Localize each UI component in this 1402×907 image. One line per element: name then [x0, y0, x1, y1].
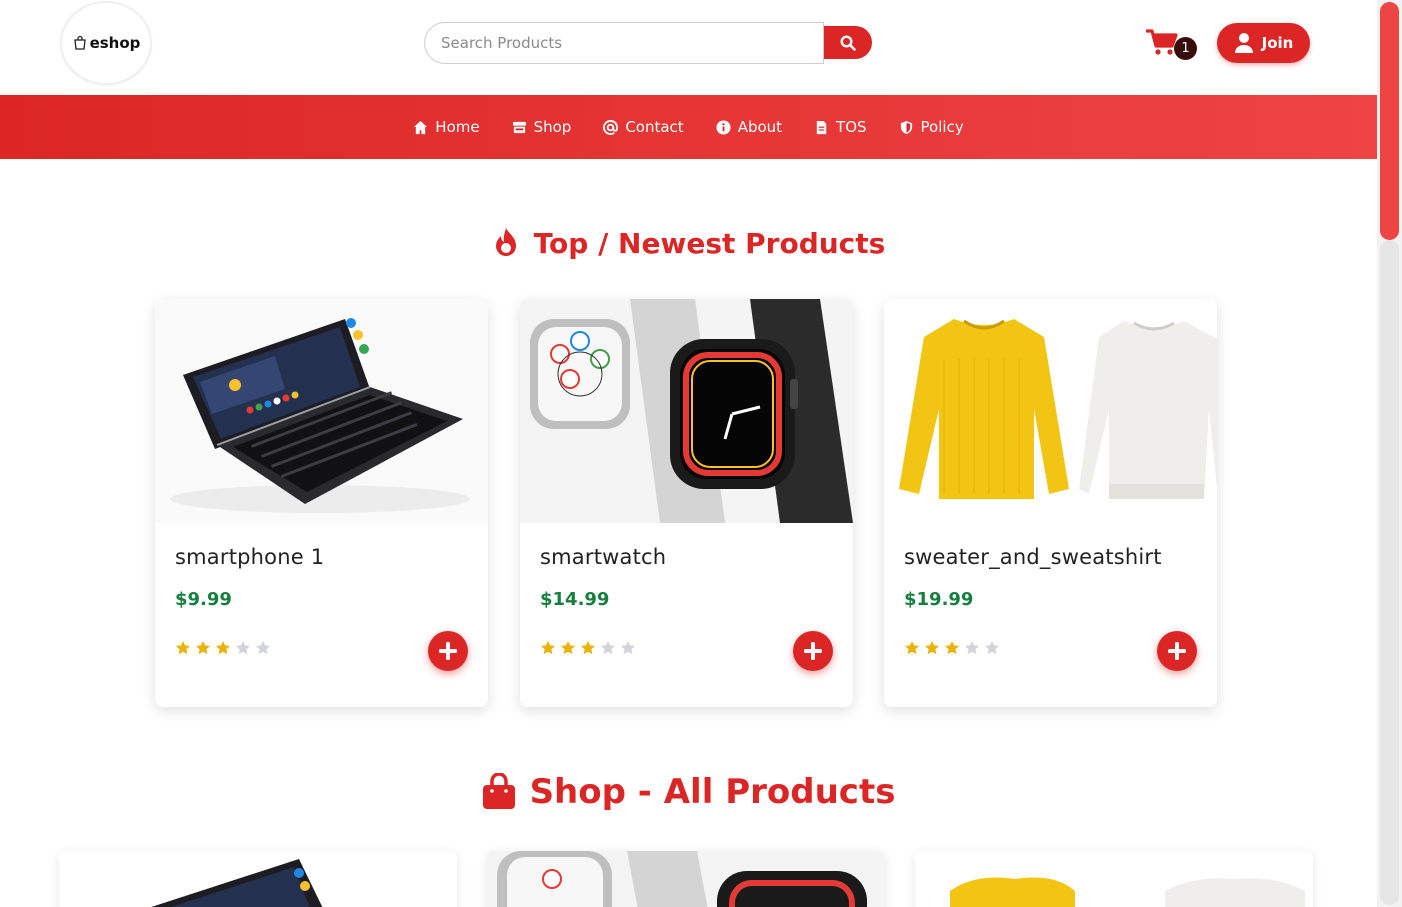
- star-empty-icon: [965, 641, 979, 655]
- star-filled-icon: [196, 641, 210, 655]
- product-name: smartphone 1: [175, 545, 325, 569]
- section-title-text: Top / Newest Products: [533, 226, 886, 260]
- nav-item-contact[interactable]: Contact: [591, 108, 695, 146]
- site-header: eshop 1 Join: [0, 0, 1377, 95]
- product-price: $19.99: [904, 589, 974, 610]
- nav-label: About: [737, 118, 783, 136]
- product-name: smartwatch: [540, 545, 667, 569]
- star-empty-icon: [236, 641, 250, 655]
- smartphone-image: [59, 851, 457, 907]
- bag-icon: [73, 35, 86, 50]
- nav-label: Policy: [920, 118, 964, 136]
- section-title-top: Top / Newest Products: [0, 222, 1377, 264]
- nav-item-about[interactable]: About: [704, 108, 794, 146]
- main-nav: Home Shop Contact About TOS Policy: [0, 95, 1377, 159]
- shop-card-smartphone[interactable]: [59, 851, 457, 907]
- star-empty-icon: [985, 641, 999, 655]
- shield-icon: [900, 120, 912, 134]
- nav-item-home[interactable]: Home: [401, 108, 491, 146]
- product-name: sweater_and_sweatshirt: [904, 545, 1162, 569]
- nav-label: Contact: [625, 118, 684, 136]
- fire-icon: [495, 228, 516, 256]
- info-icon: [716, 119, 731, 135]
- star-filled-icon: [541, 641, 555, 655]
- section-title-shop: Shop - All Products: [0, 766, 1377, 818]
- join-button[interactable]: Join: [1217, 23, 1310, 63]
- product-image[interactable]: [884, 299, 1217, 523]
- user-icon: [1234, 33, 1253, 53]
- product-price: $14.99: [540, 589, 610, 610]
- nav-item-tos[interactable]: TOS: [802, 108, 879, 146]
- store-icon: [512, 121, 526, 133]
- logo-text: eshop: [89, 34, 141, 52]
- cart-count-badge: 1: [1174, 37, 1197, 60]
- sweater-image: [884, 299, 1217, 523]
- star-filled-icon: [216, 641, 230, 655]
- section-title-text: Shop - All Products: [529, 772, 896, 812]
- plus-icon: [1168, 642, 1186, 660]
- scrollbar-thumb[interactable]: [1380, 2, 1399, 240]
- star-empty-icon: [601, 641, 615, 655]
- star-filled-icon: [581, 641, 595, 655]
- smartphone-image: [155, 299, 488, 523]
- nav-item-shop[interactable]: Shop: [500, 108, 584, 146]
- rating-stars: [904, 640, 1000, 656]
- star-filled-icon: [561, 641, 575, 655]
- rating-stars: [175, 640, 271, 656]
- add-to-cart-button[interactable]: [428, 631, 468, 671]
- sweater-image: [915, 851, 1313, 907]
- star-empty-icon: [621, 641, 635, 655]
- shopping-bag-icon: [482, 773, 515, 809]
- join-label: Join: [1261, 34, 1294, 52]
- star-empty-icon: [256, 641, 270, 655]
- product-card-smartwatch[interactable]: smartwatch $14.99: [520, 299, 853, 707]
- nav-label: Shop: [533, 118, 572, 136]
- add-to-cart-button[interactable]: [793, 631, 833, 671]
- search-bar: [424, 22, 872, 64]
- star-filled-icon: [905, 641, 919, 655]
- shop-card-sweater[interactable]: [915, 851, 1313, 907]
- search-input[interactable]: [424, 22, 824, 64]
- product-image[interactable]: [520, 299, 853, 523]
- product-image[interactable]: [155, 299, 488, 523]
- smartwatch-image: [520, 299, 853, 523]
- search-button[interactable]: [824, 26, 872, 59]
- product-card-sweater[interactable]: sweater_and_sweatshirt $19.99: [884, 299, 1217, 707]
- product-card-smartphone[interactable]: smartphone 1 $9.99: [155, 299, 488, 707]
- file-icon: [816, 120, 827, 134]
- rating-stars: [540, 640, 636, 656]
- logo[interactable]: eshop: [62, 3, 150, 83]
- home-icon: [414, 120, 428, 134]
- plus-icon: [439, 642, 457, 660]
- page-scrollbar[interactable]: [1377, 0, 1402, 907]
- nav-item-policy[interactable]: Policy: [887, 108, 976, 146]
- shop-card-smartwatch[interactable]: [487, 851, 885, 907]
- star-filled-icon: [945, 641, 959, 655]
- search-icon: [840, 34, 856, 51]
- product-price: $9.99: [175, 589, 232, 610]
- scrollbar-track[interactable]: [1380, 240, 1399, 905]
- star-filled-icon: [925, 641, 939, 655]
- star-filled-icon: [176, 641, 190, 655]
- nav-label: Home: [435, 118, 480, 136]
- logo-mark: eshop: [72, 34, 141, 52]
- at-icon: [603, 119, 619, 135]
- add-to-cart-button[interactable]: [1157, 631, 1197, 671]
- plus-icon: [804, 642, 822, 660]
- nav-label: TOS: [836, 118, 867, 136]
- smartwatch-image: [487, 851, 885, 907]
- cart-icon: [1145, 29, 1178, 55]
- cart-button[interactable]: 1: [1145, 28, 1198, 62]
